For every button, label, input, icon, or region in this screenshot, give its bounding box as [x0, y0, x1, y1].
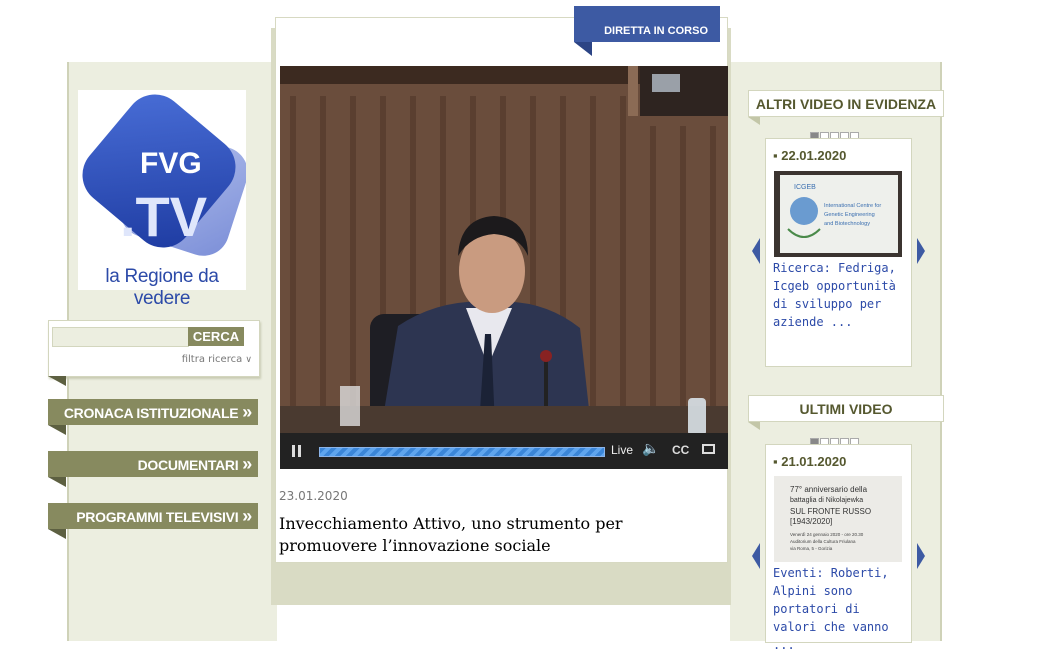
video-player[interactable] [280, 66, 728, 466]
next-arrow-icon[interactable] [917, 543, 925, 569]
live-tab-fold [574, 42, 592, 56]
latest-video-thumbnail[interactable]: 77° anniversario della battaglia di Niko… [774, 476, 902, 562]
svg-text:SUL FRONTE RUSSO: SUL FRONTE RUSSO [790, 507, 871, 516]
prev-arrow-icon[interactable] [752, 238, 760, 264]
featured-videos-heading: ALTRI VIDEO IN EVIDENZA [748, 90, 944, 117]
fullscreen-icon[interactable] [702, 444, 715, 454]
heading-fold [748, 422, 760, 430]
nav-label: PROGRAMMI TELEVISIVI [76, 509, 239, 525]
main-video-title[interactable]: Invecchiamento Attivo, uno strumento per… [279, 513, 719, 557]
volume-icon[interactable]: 🔈 [642, 441, 659, 457]
live-label: Live [611, 443, 634, 457]
svg-text:.TV: .TV [120, 185, 207, 248]
nav-label: CRONACA ISTITUZIONALE [63, 405, 239, 421]
nav-programmi-televisivi[interactable]: PROGRAMMI TELEVISIVI» [48, 503, 258, 529]
closed-captions-button[interactable]: CC [672, 443, 689, 457]
nikolajewka-poster-image: 77° anniversario della battaglia di Niko… [774, 476, 902, 562]
svg-text:via Roma, 5 - Gorizia: via Roma, 5 - Gorizia [790, 546, 833, 551]
chevron-right-double-icon: » [242, 506, 252, 526]
latest-video-date-text: 21.01.2020 [781, 454, 847, 469]
chevron-right-double-icon: » [242, 454, 252, 474]
nav-documentari[interactable]: DOCUMENTARI» [48, 451, 258, 477]
featured-video-title[interactable]: Ricerca: Fedriga, Icgeb opportunità di s… [773, 259, 906, 331]
main-video-date: 23.01.2020 [279, 489, 348, 503]
latest-videos-heading: ULTIMI VIDEO [748, 395, 944, 422]
fvgtv-logo[interactable]: FVG .TV [78, 90, 248, 290]
svg-text:Genetic Engineering: Genetic Engineering [824, 212, 875, 218]
chevron-right-double-icon: » [242, 402, 252, 422]
video-controls-bar: Live 🔈 CC [280, 433, 728, 469]
next-arrow-icon[interactable] [917, 238, 925, 264]
svg-text:ICGEB: ICGEB [794, 184, 816, 191]
filter-search-toggle[interactable]: filtra ricerca ∨ [150, 354, 252, 365]
search-panel-fold [48, 376, 66, 386]
featured-pager [810, 125, 860, 140]
heading-fold [748, 117, 760, 125]
svg-text:and Biotechnology: and Biotechnology [824, 221, 870, 227]
nav-fold [48, 529, 66, 539]
latest-pager [810, 431, 860, 446]
svg-text:battaglia di Nikolajewka: battaglia di Nikolajewka [790, 497, 863, 504]
fvgtv-logo-icon: FVG .TV [82, 94, 248, 256]
svg-text:77° anniversario della: 77° anniversario della [790, 485, 868, 494]
svg-text:[1943/2020]: [1943/2020] [790, 517, 832, 526]
chevron-double-down-icon: ∨ [245, 355, 252, 365]
prev-arrow-icon[interactable] [752, 543, 760, 569]
pause-icon[interactable] [292, 445, 295, 457]
svg-text:Venerdì 24 gennaio 2020 - ore: Venerdì 24 gennaio 2020 - ore 20.30 [790, 532, 864, 537]
svg-text:International Centre for: International Centre for [824, 203, 881, 209]
featured-video-date: ▪ 22.01.2020 [773, 148, 847, 163]
live-now-tab[interactable]: DIRETTA IN CORSO [574, 6, 720, 42]
featured-video-date-text: 22.01.2020 [781, 148, 847, 163]
nav-fold [48, 425, 66, 435]
icgeb-thumbnail-image: ICGEB International Centre for Genetic E… [774, 171, 902, 257]
pause-icon-bar [298, 445, 301, 457]
filter-search-label: filtra ricerca [181, 354, 243, 365]
svg-text:FVG: FVG [140, 147, 202, 180]
search-button[interactable]: CERCA [188, 327, 244, 346]
logo-tagline: la Regione da vedere [105, 266, 219, 309]
video-progress-bar[interactable] [319, 447, 605, 457]
nav-fold [48, 477, 66, 487]
video-frame [280, 66, 728, 466]
nav-cronaca-istituzionale[interactable]: CRONACA ISTITUZIONALE» [48, 399, 258, 425]
search-input[interactable] [52, 327, 189, 347]
svg-text:Auditorium della Cultura Friul: Auditorium della Cultura Friulana [790, 539, 856, 544]
latest-video-date: ▪ 21.01.2020 [773, 454, 847, 469]
nav-label: DOCUMENTARI [137, 457, 239, 473]
featured-video-thumbnail[interactable]: ICGEB International Centre for Genetic E… [774, 171, 902, 257]
